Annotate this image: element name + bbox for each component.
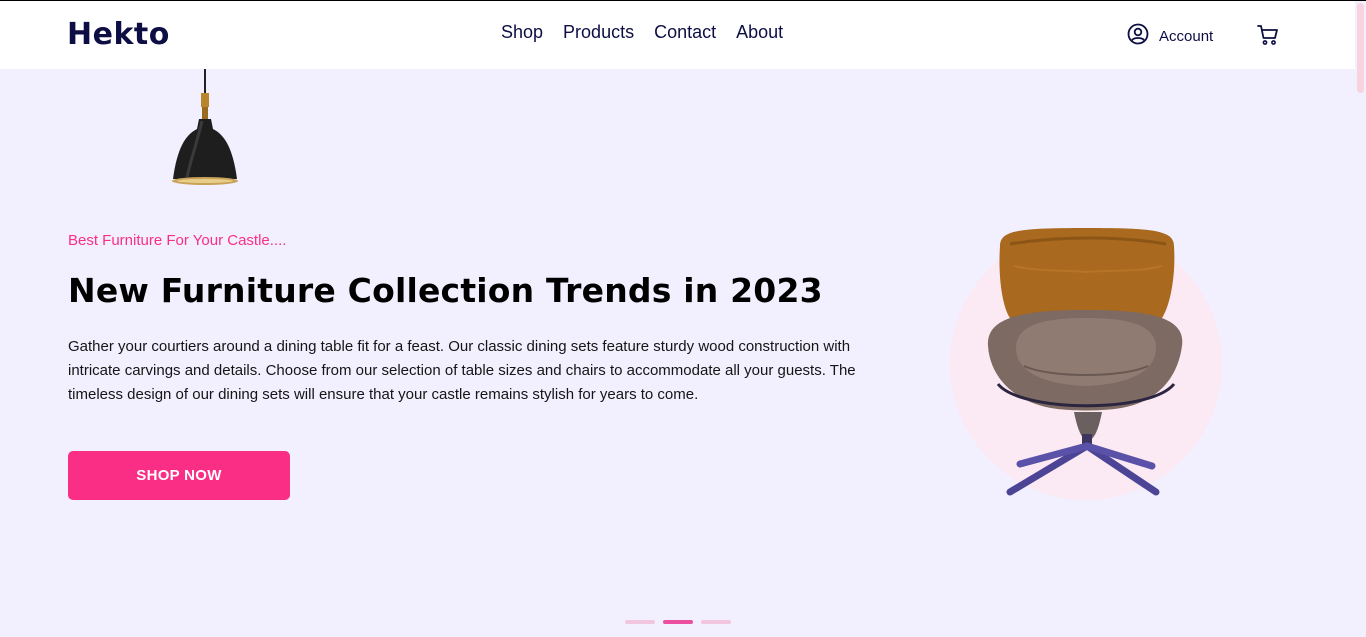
hero-title: New Furniture Collection Trends in 2023 — [68, 271, 823, 310]
site-header: Hekto Shop Products Contact About Accoun… — [0, 1, 1355, 69]
user-circle-icon — [1127, 23, 1149, 49]
cart-icon — [1256, 25, 1280, 51]
main-nav: Shop Products Contact About — [501, 22, 783, 43]
carousel-dot-2-active[interactable] — [663, 620, 693, 624]
account-label: Account — [1159, 27, 1214, 45]
nav-shop[interactable]: Shop — [501, 22, 543, 43]
hero-tagline: Best Furniture For Your Castle.... — [68, 232, 287, 249]
nav-products[interactable]: Products — [563, 22, 634, 43]
carousel-dot-3[interactable] — [701, 620, 731, 624]
scrollbar-thumb[interactable] — [1357, 3, 1364, 93]
hero-description: Gather your courtiers around a dining ta… — [68, 338, 856, 403]
cart-button[interactable] — [1256, 23, 1280, 51]
account-link[interactable]: Account — [1127, 23, 1213, 49]
page: Hekto Shop Products Contact About Accoun… — [0, 0, 1366, 637]
page-scrollbar[interactable] — [1355, 1, 1366, 637]
carousel-dot-1[interactable] — [625, 620, 655, 624]
nav-about[interactable]: About — [736, 22, 783, 43]
pendant-lamp-image — [163, 69, 245, 199]
brand-logo[interactable]: Hekto — [67, 17, 170, 52]
lounge-chair-image — [980, 226, 1192, 502]
nav-contact[interactable]: Contact — [654, 22, 716, 43]
shop-now-button[interactable]: SHOP NOW — [68, 451, 290, 500]
carousel-indicators — [625, 620, 731, 624]
